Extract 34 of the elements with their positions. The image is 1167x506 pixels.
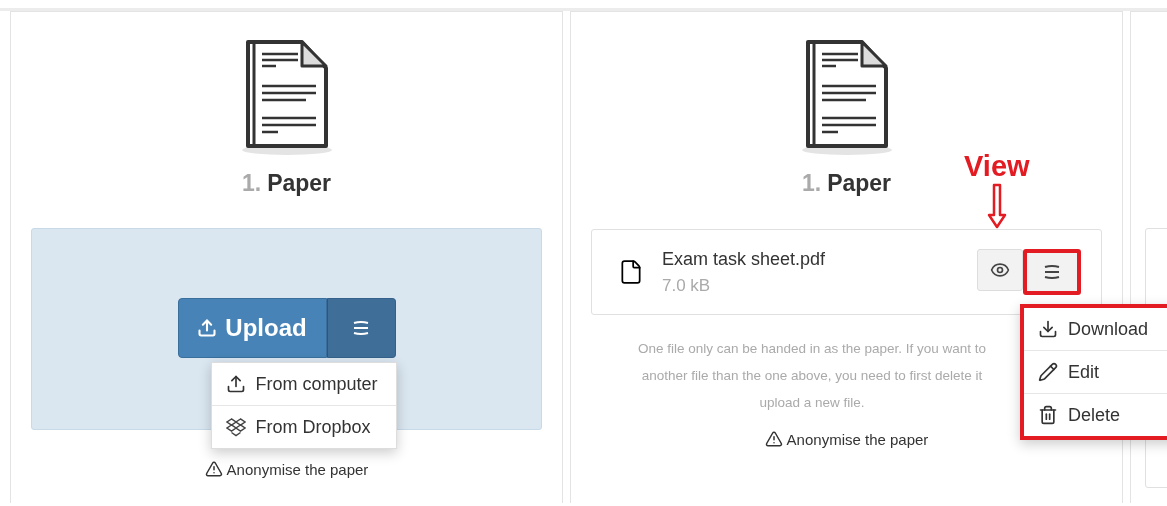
annotation-label: View	[964, 150, 1030, 183]
menu-item[interactable]: Edit	[1024, 350, 1167, 393]
help-text: One file only can be handed in as the paper. If you want to another file than the one above, you need to first delete it upload a new file.	[636, 340, 988, 412]
document-icon	[241, 38, 332, 156]
view-button[interactable]	[977, 249, 1023, 291]
anonymise-link[interactable]: Anonymise the paper	[786, 430, 929, 448]
pencil-icon	[1038, 362, 1058, 382]
download-icon	[1038, 319, 1058, 339]
warning-icon	[764, 430, 783, 448]
step-title: Paper	[267, 170, 332, 197]
menu-item[interactable]: From computer	[211, 363, 396, 405]
file-icon	[618, 259, 644, 285]
warning-icon	[204, 460, 223, 478]
menu-item[interactable]: Download	[1024, 308, 1167, 350]
document-icon	[801, 38, 892, 156]
step-title: Paper	[827, 170, 892, 197]
menu-item[interactable]: Delete	[1024, 393, 1167, 436]
trash-icon	[1038, 405, 1058, 425]
eye-icon	[990, 260, 1010, 280]
dropbox-icon	[225, 417, 246, 437]
upload-button[interactable]: Upload	[177, 298, 327, 358]
menu-item[interactable]: From Dropbox	[211, 405, 396, 448]
arrow-icon	[986, 183, 1007, 229]
step-number: 1.	[801, 170, 822, 197]
file-name: Exam task sheet.pdf	[662, 248, 827, 270]
menu-button[interactable]	[1023, 249, 1081, 295]
upload-icon	[225, 374, 246, 394]
menu-icon	[353, 321, 369, 335]
step-number: 1.	[241, 170, 262, 197]
upload-icon	[197, 318, 218, 338]
menu-button[interactable]	[326, 298, 396, 358]
anonymise-link[interactable]: Anonymise the paper	[226, 460, 369, 478]
menu-icon	[1044, 265, 1060, 279]
file-size: 7.0 kB	[662, 275, 712, 296]
